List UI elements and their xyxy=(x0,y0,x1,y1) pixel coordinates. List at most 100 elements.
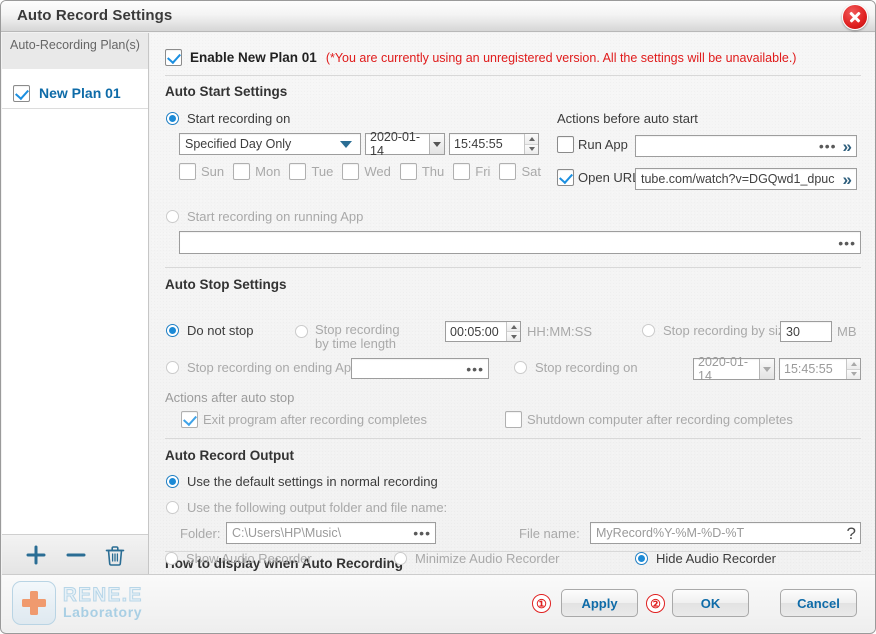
stop-on-ending-app-radio-button[interactable] xyxy=(166,361,179,374)
weekday-fri[interactable]: Fri xyxy=(453,163,490,180)
stop-by-time-radio[interactable]: Stop recording by time length xyxy=(295,323,407,351)
stop-on-ending-app-radio[interactable]: Stop recording on ending App xyxy=(166,360,358,375)
spinner-down-icon[interactable] xyxy=(847,369,860,379)
weekday-mon[interactable]: Mon xyxy=(233,163,280,180)
default-output-radio-button[interactable] xyxy=(166,475,179,488)
run-app-checkbox[interactable] xyxy=(557,136,574,153)
spinner-up-icon[interactable] xyxy=(507,322,520,332)
exit-program-row[interactable]: Exit program after recording completes xyxy=(181,411,427,428)
ok-button[interactable]: OK xyxy=(672,589,749,617)
weekday-sat-checkbox[interactable] xyxy=(499,163,517,180)
time-format-label: HH:MM:SS xyxy=(527,324,592,339)
minimize-recorder-radio-button[interactable] xyxy=(394,552,407,565)
cancel-button[interactable]: Cancel xyxy=(780,589,857,617)
start-time-value: 15:45:55 xyxy=(454,137,503,151)
start-on-radio-button[interactable] xyxy=(166,112,179,125)
apply-button[interactable]: Apply xyxy=(561,589,638,617)
actions-before-start-title: Actions before auto start xyxy=(557,111,698,126)
start-on-running-app-radio[interactable]: Start recording on running App xyxy=(166,209,363,224)
stop-size-input[interactable]: 30 xyxy=(780,321,832,342)
unregistered-notice: (*You are currently using an unregistere… xyxy=(325,50,797,65)
filename-input[interactable]: MyRecord%Y-%M-%D-%T ? xyxy=(590,522,861,544)
shutdown-computer-row[interactable]: Shutdown computer after recording comple… xyxy=(505,411,793,428)
day-mode-select[interactable]: Specified Day Only xyxy=(179,133,361,155)
exit-program-checkbox[interactable] xyxy=(181,411,198,428)
weekday-sat[interactable]: Sat xyxy=(499,163,541,180)
hide-recorder-radio-button[interactable] xyxy=(635,552,648,565)
trash-icon[interactable] xyxy=(105,545,125,566)
weekday-fri-checkbox[interactable] xyxy=(453,163,471,180)
chevron-down-icon xyxy=(762,366,771,372)
do-not-stop-radio[interactable]: Do not stop xyxy=(166,323,254,338)
browse-icon[interactable]: ••• xyxy=(413,526,431,540)
open-url-checkbox[interactable] xyxy=(557,169,574,186)
weekday-thu[interactable]: Thu xyxy=(399,163,444,180)
sidebar: Auto-Recording Plan(s) New Plan 01 xyxy=(2,33,149,575)
ending-app-input[interactable]: ••• xyxy=(351,358,489,379)
auto-record-settings-window: Auto Record Settings Auto-Recording Plan… xyxy=(0,0,876,634)
weekday-sun-checkbox[interactable] xyxy=(179,163,196,180)
browse-icon[interactable]: ••• xyxy=(819,139,837,153)
stop-by-size-radio[interactable]: Stop recording by size xyxy=(642,323,792,338)
spinner-down-icon[interactable] xyxy=(525,144,538,154)
close-icon[interactable] xyxy=(842,4,868,30)
do-not-stop-radio-button[interactable] xyxy=(166,324,179,337)
open-url-value: tube.com/watch?v=DGQwd1_dpuc xyxy=(641,172,835,186)
browse-icon[interactable]: ••• xyxy=(838,236,856,250)
spinner-up-icon[interactable] xyxy=(525,134,538,145)
custom-output-radio[interactable]: Use the following output folder and file… xyxy=(166,500,447,515)
browse-icon[interactable]: ••• xyxy=(466,362,484,376)
start-time-spinner[interactable]: 15:45:55 xyxy=(449,133,539,155)
stop-by-time-radio-button[interactable] xyxy=(295,325,308,338)
folder-input[interactable]: C:\Users\HP\Music\ ••• xyxy=(226,522,436,544)
date-dropdown-button[interactable] xyxy=(429,134,444,154)
weekday-mon-checkbox[interactable] xyxy=(233,163,251,180)
start-recording-on-radio[interactable]: Start recording on xyxy=(166,111,290,126)
window-title: Auto Record Settings xyxy=(17,7,173,24)
stop-date-picker[interactable]: 2020-01-14 xyxy=(693,355,775,383)
stop-on-radio[interactable]: Stop recording on xyxy=(514,360,638,375)
stop-time-picker[interactable]: 15:45:55 xyxy=(779,358,861,380)
time-length-spinner[interactable] xyxy=(506,322,520,341)
stop-on-radio-button[interactable] xyxy=(514,361,527,374)
custom-output-radio-button[interactable] xyxy=(166,501,179,514)
run-app-input[interactable]: ••• » xyxy=(635,135,857,157)
plan-enable-checkbox[interactable] xyxy=(13,84,30,102)
minimize-recorder-radio[interactable]: Minimize Audio Recorder xyxy=(394,551,560,566)
start-date-picker[interactable]: 2020-01-14 xyxy=(365,130,445,158)
hide-recorder-radio[interactable]: Hide Audio Recorder xyxy=(635,551,776,566)
start-on-app-radio-button[interactable] xyxy=(166,210,179,223)
weekday-wed[interactable]: Wed xyxy=(342,163,391,180)
show-recorder-radio-button[interactable] xyxy=(165,552,178,565)
stop-by-time-label: Stop recording by time length xyxy=(315,322,400,351)
auto-record-output-title: Auto Record Output xyxy=(165,448,294,463)
open-url-input[interactable]: tube.com/watch?v=DGQwd1_dpuc » xyxy=(635,168,857,190)
running-app-input[interactable]: ••• xyxy=(179,231,861,254)
minus-icon[interactable] xyxy=(65,544,87,566)
expand-icon[interactable]: » xyxy=(843,138,852,155)
title-bar: Auto Record Settings xyxy=(1,1,875,32)
weekday-tue-checkbox[interactable] xyxy=(289,163,307,180)
chevron-down-icon xyxy=(340,140,352,148)
show-recorder-radio[interactable]: Show Audio Recorder xyxy=(165,551,312,566)
question-mark-icon[interactable]: ? xyxy=(847,525,856,542)
stop-by-size-radio-button[interactable] xyxy=(642,324,655,337)
date-dropdown-button[interactable] xyxy=(758,359,774,379)
spinner-down-icon[interactable] xyxy=(507,332,520,341)
stop-time-spinner[interactable] xyxy=(846,359,860,379)
main-panel: Enable New Plan 01 (*You are currently u… xyxy=(150,33,875,575)
enable-plan-checkbox[interactable] xyxy=(165,49,182,66)
time-spinner-buttons[interactable] xyxy=(524,134,538,154)
default-output-radio[interactable]: Use the default settings in normal recor… xyxy=(166,474,438,489)
spinner-up-icon[interactable] xyxy=(847,359,860,370)
weekday-thu-checkbox[interactable] xyxy=(399,163,417,180)
sidebar-item-new-plan-01[interactable]: New Plan 01 xyxy=(2,78,148,109)
weekday-wed-checkbox[interactable] xyxy=(342,163,360,180)
expand-icon[interactable]: » xyxy=(843,171,852,188)
stop-time-length-input[interactable]: 00:05:00 xyxy=(445,321,521,342)
hide-recorder-label: Hide Audio Recorder xyxy=(656,551,776,566)
weekday-sun[interactable]: Sun xyxy=(179,163,224,180)
weekday-tue[interactable]: Tue xyxy=(289,163,333,180)
plus-icon[interactable] xyxy=(25,544,47,566)
shutdown-computer-checkbox[interactable] xyxy=(505,411,522,428)
